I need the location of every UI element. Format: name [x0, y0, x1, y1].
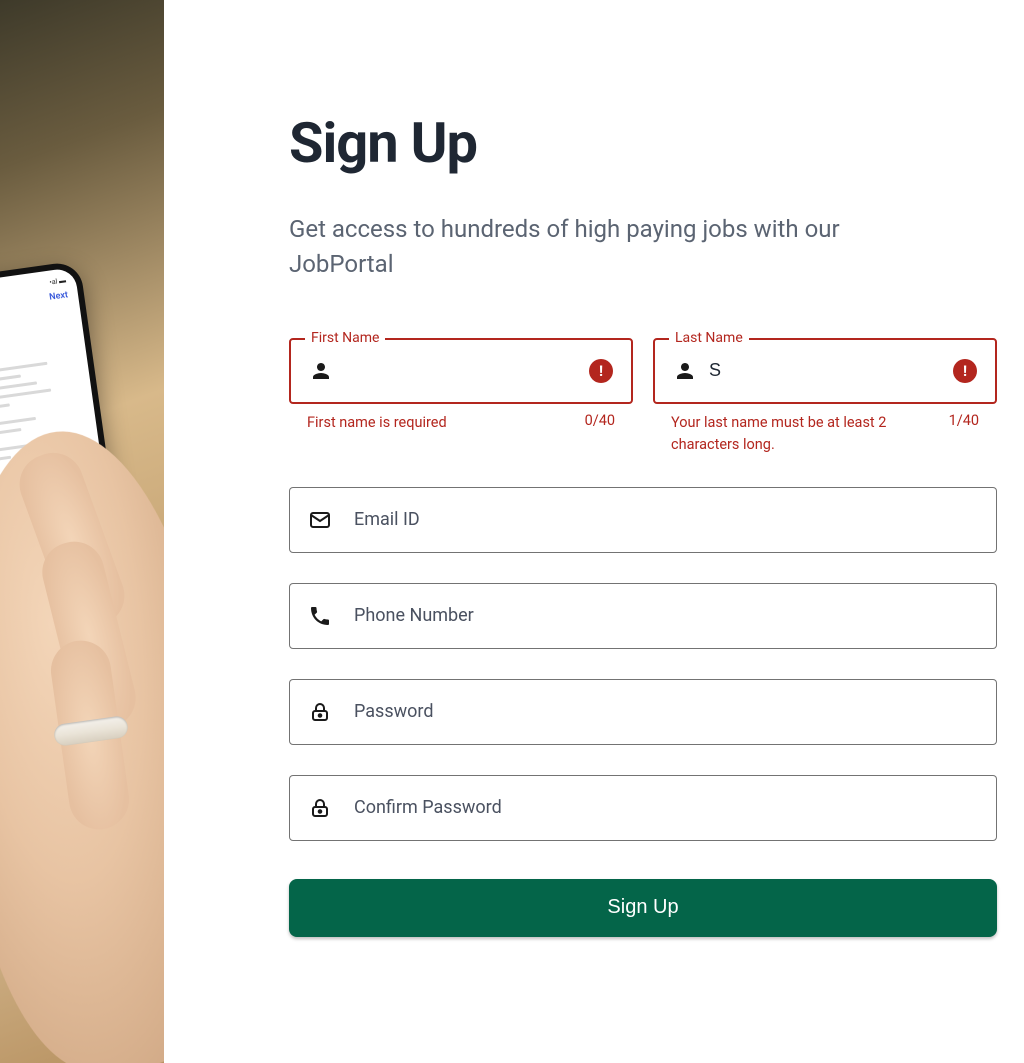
- password-field[interactable]: Password: [289, 679, 997, 745]
- signup-form: First Name ! First name is required 0/40: [289, 338, 997, 937]
- phone-label: Phone Number: [332, 605, 978, 626]
- mail-icon: [308, 508, 332, 532]
- phone-icon: [308, 604, 332, 628]
- lock-icon: [308, 700, 332, 724]
- password-label: Password: [332, 701, 978, 722]
- confirm-password-label: Confirm Password: [332, 797, 978, 818]
- last-name-label: Last Name: [669, 330, 749, 346]
- first-name-error: First name is required: [307, 412, 447, 434]
- page-subtitle: Get access to hundreds of high paying jo…: [289, 212, 889, 282]
- confirm-password-field[interactable]: Confirm Password: [289, 775, 997, 841]
- phone-field[interactable]: Phone Number: [289, 583, 997, 649]
- person-icon: [673, 359, 697, 383]
- page-title: Sign Up: [289, 110, 997, 176]
- lock-icon: [308, 796, 332, 820]
- first-name-field[interactable]: First Name !: [289, 338, 633, 404]
- first-name-counter: 0/40: [585, 412, 615, 434]
- signup-button[interactable]: Sign Up: [289, 879, 997, 937]
- first-name-input[interactable]: [333, 340, 589, 402]
- hero-image: elds•al ▬ …Next AR: [0, 0, 164, 1063]
- email-label: Email ID: [332, 509, 978, 530]
- last-name-counter: 1/40: [949, 412, 979, 457]
- error-icon: !: [589, 359, 613, 383]
- last-name-error: Your last name must be at least 2 charac…: [671, 412, 902, 457]
- first-name-label: First Name: [305, 330, 385, 346]
- error-icon: !: [953, 359, 977, 383]
- email-field[interactable]: Email ID: [289, 487, 997, 553]
- last-name-field[interactable]: Last Name !: [653, 338, 997, 404]
- last-name-input[interactable]: [697, 340, 953, 402]
- person-icon: [309, 359, 333, 383]
